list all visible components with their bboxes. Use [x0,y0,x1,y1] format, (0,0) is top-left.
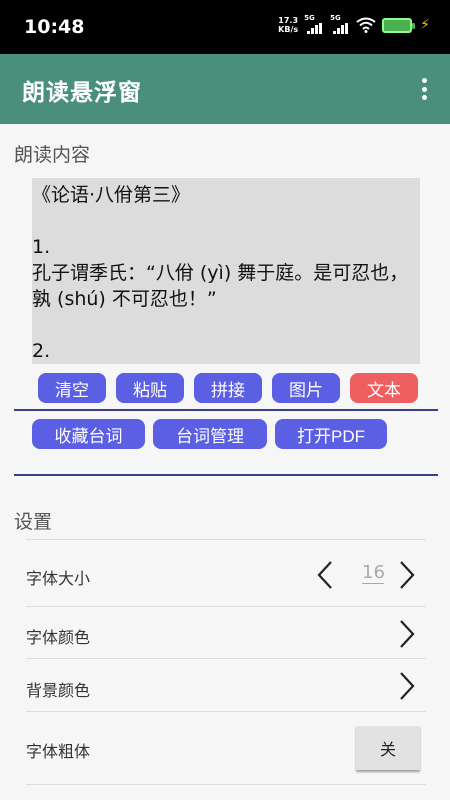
font-size-row: 字体大小 16 [26,539,426,606]
bold-font-label: 字体粗体 [26,742,91,761]
background-color-label: 背景颜色 [26,681,91,700]
text-button[interactable]: 文本 [350,373,418,403]
status-time: 10:48 [24,16,85,38]
font-color-row[interactable]: 字体颜色 [26,606,426,658]
signal-label: 5G [330,14,341,22]
status-icons: 17.3 KB/s 5G 5G ⚡ [278,14,430,34]
reading-section-label: 朗读内容 [14,144,91,166]
font-size-value: 16 [362,562,385,584]
app-bar: 朗读悬浮窗 [0,54,450,124]
background-color-row[interactable]: 背景颜色 [26,658,426,711]
settings-row-partial [26,784,426,800]
status-bar: 10:48 17.3 KB/s 5G 5G ⚡ [0,0,450,54]
charging-icon: ⚡ [420,17,430,33]
divider [14,409,438,411]
action-buttons-row: 清空 粘贴 拼接 图片 文本 [38,373,418,403]
more-options-icon[interactable] [412,76,436,102]
battery-icon [382,17,416,33]
clear-button[interactable]: 清空 [38,373,106,403]
signal-icon: 5G [330,14,350,34]
network-speed: 17.3 KB/s [278,16,298,34]
signal-label: 5G [304,14,315,22]
network-speed-value: 17.3 [278,16,299,25]
chevron-right-icon[interactable] [398,671,416,701]
chevron-right-icon[interactable] [398,619,416,649]
font-color-label: 字体颜色 [26,628,91,647]
network-speed-unit: KB/s [278,25,299,34]
join-button[interactable]: 拼接 [194,373,262,403]
bold-toggle-button[interactable]: 关 [356,726,420,770]
signal-icon: 5G [304,14,324,34]
secondary-buttons-row: 收藏台词 台词管理 打开PDF [32,419,387,449]
open-pdf-button[interactable]: 打开PDF [275,419,387,449]
wifi-icon [356,17,376,33]
chevron-left-icon[interactable] [316,560,334,590]
paste-button[interactable]: 粘贴 [116,373,184,403]
font-size-label: 字体大小 [26,569,91,588]
settings-section-label: 设置 [14,511,53,533]
save-lines-button[interactable]: 收藏台词 [32,419,145,449]
chevron-right-icon[interactable] [398,560,416,590]
reading-content-input[interactable]: 《论语·八佾第三》 1. 孔子谓季氏：“八佾 (yì) 舞于庭。是可忍也，孰 (… [32,178,420,364]
bold-font-row: 字体粗体 关 [26,711,426,784]
divider [14,474,438,476]
manage-lines-button[interactable]: 台词管理 [153,419,267,449]
app-title: 朗读悬浮窗 [22,80,142,106]
image-button[interactable]: 图片 [272,373,340,403]
